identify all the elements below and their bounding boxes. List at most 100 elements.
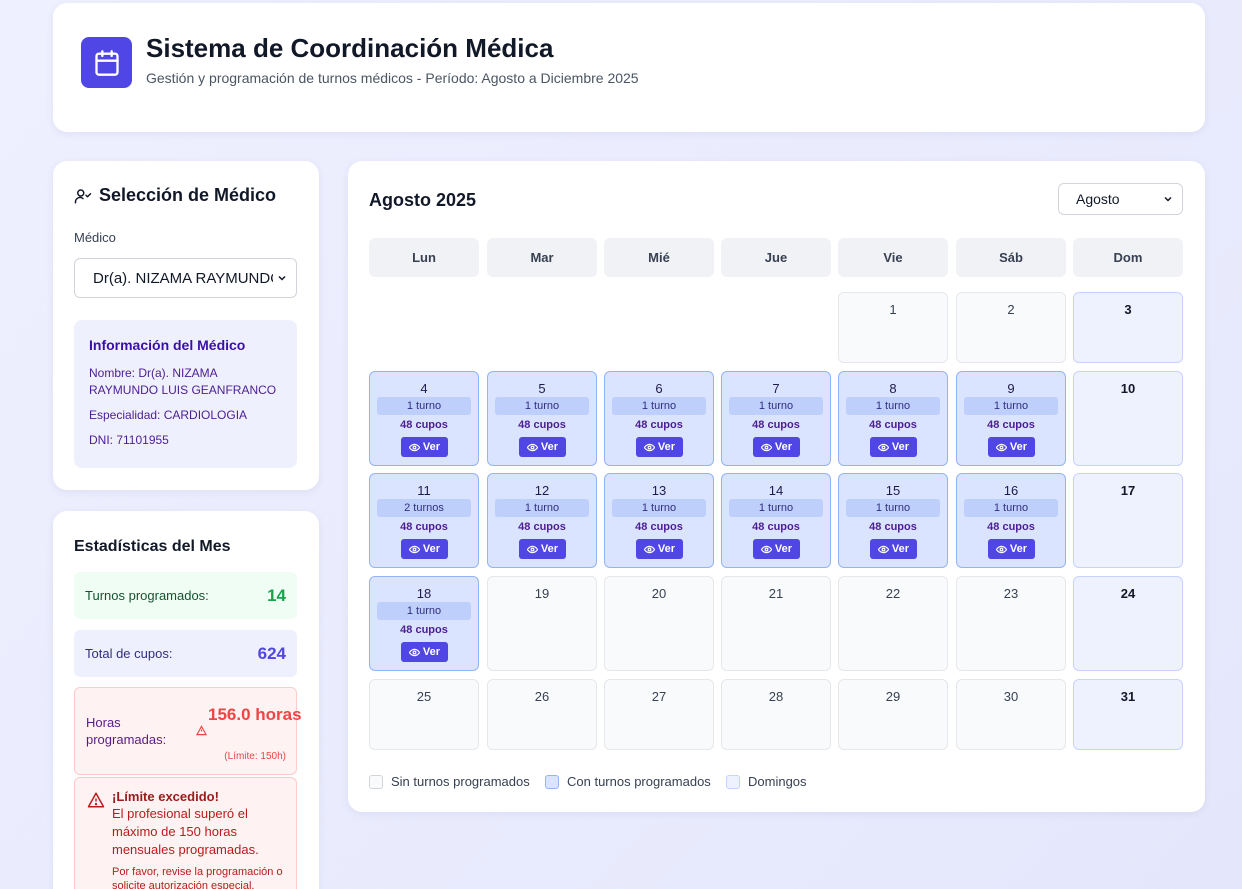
view-button-label: Ver	[540, 543, 559, 555]
calendar-day[interactable]: 81 turno 48 cupos Ver	[838, 371, 948, 466]
legend-with-shifts: Con turnos programados	[545, 774, 711, 789]
slots-stat: Total de cupos: 624	[74, 630, 297, 677]
view-day-button[interactable]: Ver	[753, 437, 800, 457]
shifts-label: Turnos programados:	[85, 588, 209, 603]
calendar-day[interactable]: 22	[838, 576, 948, 671]
doctor-selection-card: Selección de Médico Médico Dr(a). NIZAMA…	[53, 161, 319, 490]
eye-icon	[760, 443, 772, 451]
calendar-day[interactable]: 20	[604, 576, 714, 671]
view-button-label: Ver	[422, 646, 441, 658]
month-select-value: Agosto	[1076, 191, 1120, 207]
limit-exceeded-alert: ¡Límite excedido! El profesional superó …	[74, 777, 297, 889]
calendar-day[interactable]: 16 1 turno 48 cupos Ver	[956, 473, 1066, 568]
calendar-day[interactable]: 23	[956, 576, 1066, 671]
calendar-day[interactable]: 15 1 turno 48 cupos Ver	[838, 473, 948, 568]
day-turns: 1 turno	[612, 397, 706, 415]
calendar-day[interactable]: 17	[1073, 473, 1183, 568]
day-turns: 1 turno	[495, 499, 589, 517]
day-number: 19	[534, 586, 550, 601]
calendar-day[interactable]: 10	[1073, 371, 1183, 466]
doctor-select[interactable]: Dr(a). NIZAMA RAYMUNDO LUIS GEANFRANCO	[74, 258, 297, 298]
day-slots: 48 cupos	[987, 521, 1035, 533]
weekday-header: Mié	[604, 238, 714, 277]
weekday-header: Dom	[1073, 238, 1183, 277]
calendar-day[interactable]: 13 1 turno 48 cupos Ver	[604, 473, 714, 568]
day-number: 21	[768, 586, 784, 601]
chevron-down-icon	[1164, 196, 1172, 202]
day-number: 25	[416, 689, 432, 704]
calendar-day[interactable]: 14 1 turno 48 cupos Ver	[721, 473, 831, 568]
calendar-day[interactable]: 29	[838, 679, 948, 750]
eye-icon	[408, 545, 420, 553]
calendar-day[interactable]: 1	[838, 292, 948, 363]
day-turns: 1 turno	[964, 397, 1058, 415]
calendar-day[interactable]: 26	[487, 679, 597, 750]
view-button-label: Ver	[422, 543, 441, 555]
day-number: 8	[889, 381, 897, 396]
view-day-button[interactable]: Ver	[519, 539, 566, 559]
view-button-label: Ver	[1009, 441, 1028, 453]
doctor-field-label: Médico	[74, 230, 116, 245]
calendar-day[interactable]: 25	[369, 679, 479, 750]
day-number: 31	[1120, 689, 1136, 704]
calendar-day[interactable]: 21	[721, 576, 831, 671]
day-number: 17	[1120, 483, 1136, 498]
hours-stat: Horas programadas: 156.0 horas (Límite: …	[74, 687, 302, 775]
doctor-selection-title: Selección de Médico	[74, 185, 276, 206]
alert-triangle-icon	[87, 792, 105, 808]
stats-card: Estadísticas del Mes Turnos programados:…	[53, 511, 319, 889]
day-number: 6	[655, 381, 663, 396]
view-day-button[interactable]: Ver	[401, 539, 448, 559]
view-day-button[interactable]: Ver	[401, 642, 448, 662]
view-day-button[interactable]: Ver	[636, 539, 683, 559]
view-day-button[interactable]: Ver	[870, 539, 917, 559]
day-slots: 48 cupos	[400, 521, 448, 533]
day-number: 26	[534, 689, 550, 704]
calendar-day[interactable]: 11 2 turnos 48 cupos Ver	[369, 473, 479, 568]
calendar-day[interactable]: 71 turno 48 cupos Ver	[721, 371, 831, 466]
calendar-day[interactable]: 28	[721, 679, 831, 750]
calendar-day[interactable]: 30	[956, 679, 1066, 750]
weekday-header: Sáb	[956, 238, 1066, 277]
calendar-day[interactable]: 2	[956, 292, 1066, 363]
day-number: 28	[768, 689, 784, 704]
day-number: 10	[1120, 381, 1136, 396]
view-button-label: Ver	[891, 543, 910, 555]
view-day-button[interactable]: Ver	[870, 437, 917, 457]
calendar-day[interactable]: 41 turno 48 cupos Ver	[369, 371, 479, 466]
day-number: 16	[1003, 483, 1019, 498]
day-slots: 48 cupos	[635, 521, 683, 533]
calendar-day[interactable]: 19	[487, 576, 597, 671]
day-slots: 48 cupos	[518, 419, 566, 431]
chevron-down-icon	[278, 275, 286, 281]
view-day-button[interactable]: Ver	[988, 539, 1035, 559]
eye-icon	[643, 545, 655, 553]
month-select[interactable]: Agosto	[1058, 183, 1183, 215]
view-day-button[interactable]: Ver	[401, 437, 448, 457]
day-number: 18	[416, 586, 432, 601]
calendar-day[interactable]: 3	[1073, 292, 1183, 363]
page-title: Sistema de Coordinación Médica	[146, 33, 554, 63]
calendar-day[interactable]: 51 turno 48 cupos Ver	[487, 371, 597, 466]
day-turns: 2 turnos	[377, 499, 471, 517]
eye-icon	[526, 443, 538, 451]
calendar-day[interactable]: 27	[604, 679, 714, 750]
view-day-button[interactable]: Ver	[519, 437, 566, 457]
day-number: 2	[1007, 302, 1015, 317]
view-day-button[interactable]: Ver	[636, 437, 683, 457]
day-turns: 1 turno	[729, 397, 823, 415]
calendar-day[interactable]: 61 turno 48 cupos Ver	[604, 371, 714, 466]
calendar-day[interactable]: 12 1 turno 48 cupos Ver	[487, 473, 597, 568]
view-button-label: Ver	[1009, 543, 1028, 555]
calendar-day[interactable]: 18 1 turno 48 cupos Ver	[369, 576, 479, 671]
eye-icon	[995, 545, 1007, 553]
day-turns: 1 turno	[612, 499, 706, 517]
page-subtitle: Gestión y programación de turnos médicos…	[146, 70, 639, 86]
view-day-button[interactable]: Ver	[753, 539, 800, 559]
view-day-button[interactable]: Ver	[988, 437, 1035, 457]
view-button-label: Ver	[891, 441, 910, 453]
view-button-label: Ver	[657, 543, 676, 555]
calendar-day[interactable]: 31	[1073, 679, 1183, 750]
calendar-day[interactable]: 91 turno 48 cupos Ver	[956, 371, 1066, 466]
calendar-day[interactable]: 24	[1073, 576, 1183, 671]
